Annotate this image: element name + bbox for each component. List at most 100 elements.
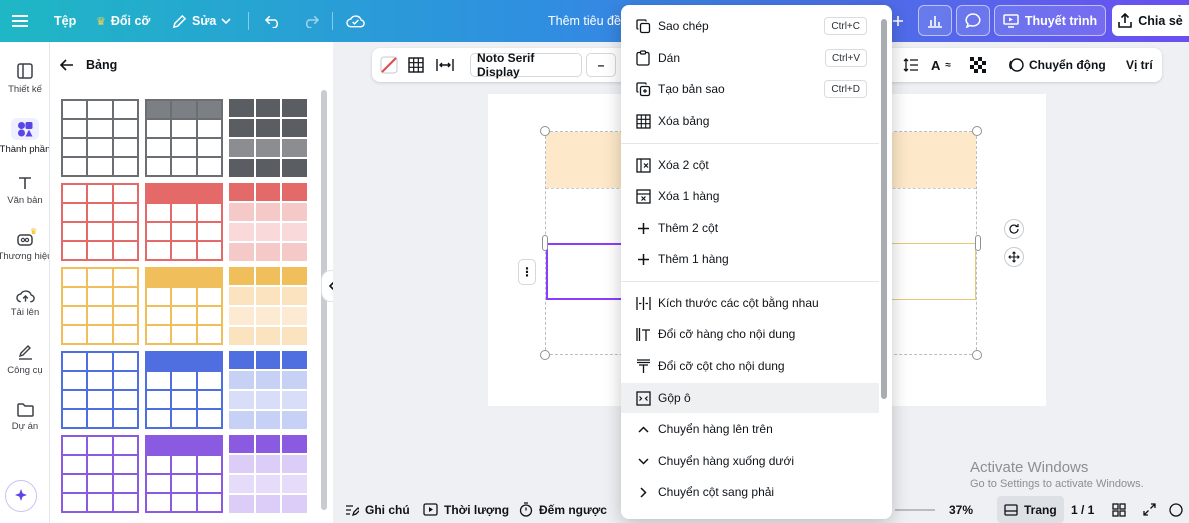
table-template-cell xyxy=(147,120,171,137)
transparency-button[interactable] xyxy=(970,48,986,82)
menu-item-paste[interactable]: Dán Ctrl+V xyxy=(621,43,879,73)
add-collaborator-button[interactable] xyxy=(892,0,904,42)
table-template-cell xyxy=(282,475,307,493)
pages-button[interactable]: Trang xyxy=(997,496,1064,523)
menu-item-duplicate[interactable]: Tạo bản sao Ctrl+D xyxy=(621,74,879,104)
file-menu-button[interactable]: Tệp xyxy=(54,0,76,42)
zoom-slider[interactable] xyxy=(895,509,935,511)
selected-cell[interactable] xyxy=(546,243,624,300)
menu-scrollbar[interactable] xyxy=(881,19,887,399)
present-button[interactable]: Thuyết trình xyxy=(994,5,1106,36)
timer-button[interactable]: Đếm ngược xyxy=(519,496,607,523)
table-template-solid-yellow[interactable] xyxy=(229,267,307,345)
table-template-cell xyxy=(229,351,254,369)
menu-item-move-row-down[interactable]: Chuyển hàng xuống dưới xyxy=(621,446,879,476)
table-template-outline-red[interactable] xyxy=(61,183,139,261)
menu-item-add-columns[interactable]: Thêm 2 cột xyxy=(621,213,879,243)
table-template-cell xyxy=(282,307,307,325)
font-size-decrease[interactable]: – xyxy=(586,53,616,77)
menu-item-equal-columns[interactable]: Kích thước các cột bằng nhau xyxy=(621,288,879,318)
table-template-cell xyxy=(229,371,254,389)
move-button[interactable] xyxy=(1004,247,1024,267)
menu-item-fit-column[interactable]: Đổi cỡ cột cho nội dung xyxy=(621,351,879,381)
rail-item-design[interactable]: Thiết kế xyxy=(0,62,49,95)
rail-item-brand[interactable]: ♛ Thương hiệu xyxy=(0,227,49,262)
resize-handle-bottom-left[interactable] xyxy=(540,350,550,360)
menu-item-add-row[interactable]: Thêm 1 hàng xyxy=(621,244,879,274)
position-button[interactable]: Vị trí xyxy=(1126,48,1153,82)
grid-view-button[interactable] xyxy=(1112,496,1126,523)
menu-item-copy[interactable]: Sao chép Ctrl+C xyxy=(621,11,879,41)
cell-color-button[interactable] xyxy=(380,48,398,82)
table-template-cell xyxy=(197,120,221,137)
table-template-header-dark[interactable] xyxy=(61,99,139,177)
line-spacing-button[interactable] xyxy=(903,48,919,82)
table-template-outline-purple[interactable] xyxy=(61,435,139,513)
menu-item-delete-table[interactable]: Xóa bảng xyxy=(621,106,879,136)
redo-button[interactable] xyxy=(302,0,319,42)
animate-button[interactable]: Chuyển động xyxy=(1008,48,1106,82)
menu-item-merge-cells[interactable]: Gộp ô xyxy=(621,383,879,413)
hamburger-menu-button[interactable] xyxy=(12,0,28,42)
rail-item-elements[interactable]: Thành phần xyxy=(0,118,49,155)
rail-item-projects[interactable]: Dự án xyxy=(0,402,49,432)
cloud-save-status[interactable] xyxy=(346,0,365,42)
resize-handle-top-right[interactable] xyxy=(972,126,982,136)
text-effects-button[interactable]: A ≈ xyxy=(931,48,951,82)
table-template-cell xyxy=(282,223,307,241)
menu-item-move-column-right[interactable]: Chuyển cột sang phải xyxy=(621,477,879,507)
table-template-cell xyxy=(255,183,281,201)
magic-assistant-button[interactable] xyxy=(5,480,37,512)
resize-handle-right[interactable] xyxy=(975,235,981,251)
table-template-outline-yellow[interactable] xyxy=(61,267,139,345)
bar-chart-icon xyxy=(928,15,942,28)
merge-cells-icon xyxy=(635,390,651,406)
duration-button[interactable]: Thời lượng xyxy=(423,496,509,523)
panel-header: Bảng xyxy=(60,54,117,76)
resize-handle-bottom-right[interactable] xyxy=(972,350,982,360)
menu-item-fit-row[interactable]: Đổi cỡ hàng cho nội dung xyxy=(621,319,879,349)
rotate-button[interactable] xyxy=(1004,219,1024,239)
table-template-solid-blue[interactable] xyxy=(229,351,307,429)
notes-button[interactable]: Ghi chú xyxy=(345,496,410,523)
rail-item-text[interactable]: Văn bản xyxy=(0,175,49,206)
rail-item-uploads[interactable]: Tải lên xyxy=(0,288,49,318)
menu-item-delete-columns[interactable]: Xóa 2 cột xyxy=(621,150,879,180)
table-template-cell xyxy=(282,455,307,473)
table-template-solid-purple[interactable] xyxy=(229,435,307,513)
document-title[interactable]: Thêm tiêu đề xyxy=(548,0,621,42)
fullscreen-button[interactable] xyxy=(1143,496,1156,523)
table-template-cell xyxy=(172,139,196,156)
table-template-solid-dark[interactable] xyxy=(229,99,307,177)
font-family-dropdown[interactable]: Noto Serif Display xyxy=(470,51,582,79)
table-template-solid-red[interactable] xyxy=(229,183,307,261)
help-button[interactable] xyxy=(1169,496,1183,523)
resize-button[interactable]: ♛ Đổi cỡ xyxy=(96,0,150,42)
table-template-header-yellow[interactable] xyxy=(145,267,223,345)
menu-item-delete-row[interactable]: Xóa 1 hàng xyxy=(621,181,879,211)
comments-button[interactable] xyxy=(956,5,990,36)
resize-handle-left[interactable] xyxy=(542,235,548,251)
table-template-header-red[interactable] xyxy=(145,183,223,261)
table-template-header-gray[interactable] xyxy=(145,99,223,177)
delete-row-icon xyxy=(635,188,651,204)
resize-handle-top-left[interactable] xyxy=(540,126,550,136)
table-template-cell xyxy=(63,269,87,286)
table-template-header-blue[interactable] xyxy=(145,351,223,429)
table-template-cell xyxy=(172,475,196,492)
row-options-button[interactable]: ⋮ xyxy=(518,259,536,285)
edit-menu-button[interactable]: Sửa xyxy=(172,0,231,42)
table-template-header-purple[interactable] xyxy=(145,435,223,513)
share-button[interactable]: Chia sẻ xyxy=(1112,5,1189,36)
zoom-level[interactable]: 37% xyxy=(949,496,973,523)
table-template-outline-blue[interactable] xyxy=(61,351,139,429)
rail-item-tools[interactable]: Công cụ xyxy=(0,344,49,376)
menu-item-move-row-up[interactable]: Chuyển hàng lên trên xyxy=(621,414,879,444)
insights-button[interactable] xyxy=(918,5,952,36)
cell-spacing-button[interactable] xyxy=(436,48,454,82)
border-style-button[interactable] xyxy=(408,48,424,82)
back-arrow-icon[interactable] xyxy=(60,59,74,71)
undo-button[interactable] xyxy=(265,0,282,42)
table-template-cell xyxy=(113,391,137,408)
table-template-cell xyxy=(197,269,221,286)
